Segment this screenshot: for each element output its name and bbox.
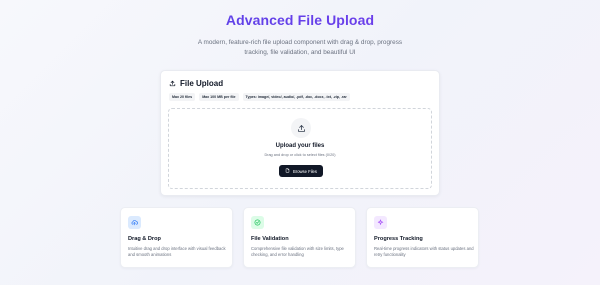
- browse-files-button[interactable]: Browse Files: [279, 165, 323, 177]
- feature-title: File Validation: [251, 236, 289, 242]
- feature-description: Real-time progress indicators with statu…: [374, 246, 474, 257]
- feature-card-file-validation: File Validation Comprehensive file valid…: [243, 207, 356, 268]
- file-icon: [285, 168, 290, 174]
- dropzone-subtitle: Drag and drop or click to select files (…: [264, 153, 336, 157]
- dropzone-title: Upload your files: [275, 143, 325, 149]
- browse-files-label: Browse Files: [293, 168, 317, 174]
- dropzone[interactable]: Upload your files Drag and drop or click…: [168, 108, 432, 189]
- badge-max-files: Max 20 files: [169, 93, 196, 101]
- cloud-upload-icon: [128, 216, 141, 229]
- page-subtitle: A modern, feature-rich file upload compo…: [197, 39, 403, 56]
- card-header: File Upload: [169, 79, 223, 88]
- hero: Advanced File Upload A modern, feature-r…: [0, 12, 600, 57]
- feature-description: Comprehensive file validation with size …: [251, 246, 344, 257]
- feature-title: Drag & Drop: [128, 236, 161, 242]
- feature-description: Intuitive drag and drop interface with v…: [128, 246, 226, 257]
- feature-card-drag-drop: Drag & Drop Intuitive drag and drop inte…: [120, 207, 233, 268]
- card-title: File Upload: [180, 79, 224, 88]
- page-title: Advanced File Upload: [0, 12, 600, 28]
- badge-max-size: Max 100 MB per file: [199, 93, 239, 101]
- upload-icon: [291, 118, 311, 138]
- badge-types: Types: image/, video/, audio/, .pdf, .do…: [242, 93, 350, 101]
- check-circle-icon: [251, 216, 264, 229]
- feature-card-progress-tracking: Progress Tracking Real-time progress ind…: [366, 207, 479, 268]
- upload-icon: [169, 80, 176, 87]
- upload-limits: Max 20 files Max 100 MB per file Types: …: [169, 93, 350, 101]
- sparkle-icon: [374, 216, 387, 229]
- upload-card: File Upload Max 20 files Max 100 MB per …: [160, 70, 440, 196]
- feature-title: Progress Tracking: [374, 236, 423, 242]
